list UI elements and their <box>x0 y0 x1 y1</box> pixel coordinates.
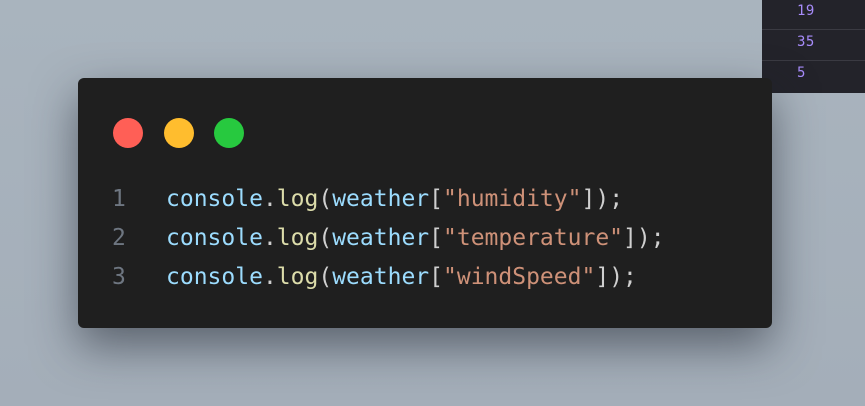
code-token-bracket-open: [ <box>429 264 443 290</box>
code-line: 3 console.log(weather["windSpeed"]); <box>112 258 665 297</box>
output-row: 5 <box>762 62 865 92</box>
code-token-arg: weather <box>332 186 430 212</box>
code-token-object: console <box>166 225 263 251</box>
code-token-close: ); <box>636 225 665 251</box>
code-token-bracket-close: ] <box>581 186 596 212</box>
output-row: 35 <box>762 31 865 61</box>
output-value-temperature: 35 <box>797 34 815 50</box>
code-token-object: console <box>166 186 263 212</box>
close-dot-icon[interactable] <box>113 118 143 148</box>
code-token-paren-open: ( <box>318 264 333 290</box>
minimize-dot-icon[interactable] <box>164 118 194 148</box>
code-token-close: ); <box>609 264 637 290</box>
code-token-dot: . <box>262 225 277 251</box>
code-token-bracket-close: ] <box>623 225 637 251</box>
code-token-object: console <box>166 264 263 290</box>
code-line: 2 console.log(weather["temperature"]); <box>112 219 665 258</box>
code-token-method: log <box>276 264 319 290</box>
code-editor: 1 console.log(weather["humidity"]); 2 cons… <box>112 180 665 297</box>
code-token-string: "windSpeed" <box>443 264 596 290</box>
output-row: 19 <box>762 0 865 30</box>
code-token-bracket-open: [ <box>429 225 443 251</box>
code-window: 1 console.log(weather["humidity"]); 2 cons… <box>78 78 772 328</box>
code-token-method: log <box>276 225 319 251</box>
output-value-windspeed: 5 <box>797 65 806 81</box>
code-token-dot: . <box>262 264 277 290</box>
code-token-paren-open: ( <box>318 225 333 251</box>
console-output-panel: 19 35 5 <box>762 0 865 93</box>
code-token-bracket-close: ] <box>595 264 610 290</box>
code-token-bracket-open: [ <box>429 186 443 212</box>
code-token-paren-open: ( <box>318 186 333 212</box>
output-value-humidity: 19 <box>797 3 815 19</box>
code-token-method: log <box>276 186 319 212</box>
code-token-string: "temperature" <box>443 225 624 251</box>
code-line: 1 console.log(weather["humidity"]); <box>112 180 665 219</box>
code-token-arg: weather <box>332 264 430 290</box>
code-token-string: "humidity" <box>443 186 582 212</box>
code-token-close: ); <box>595 186 624 212</box>
maximize-dot-icon[interactable] <box>214 118 244 148</box>
code-token-dot: . <box>262 186 277 212</box>
code-token-arg: weather <box>332 225 430 251</box>
line-number: 2 <box>112 225 126 251</box>
line-number: 3 <box>112 264 126 290</box>
line-number: 1 <box>112 186 126 212</box>
